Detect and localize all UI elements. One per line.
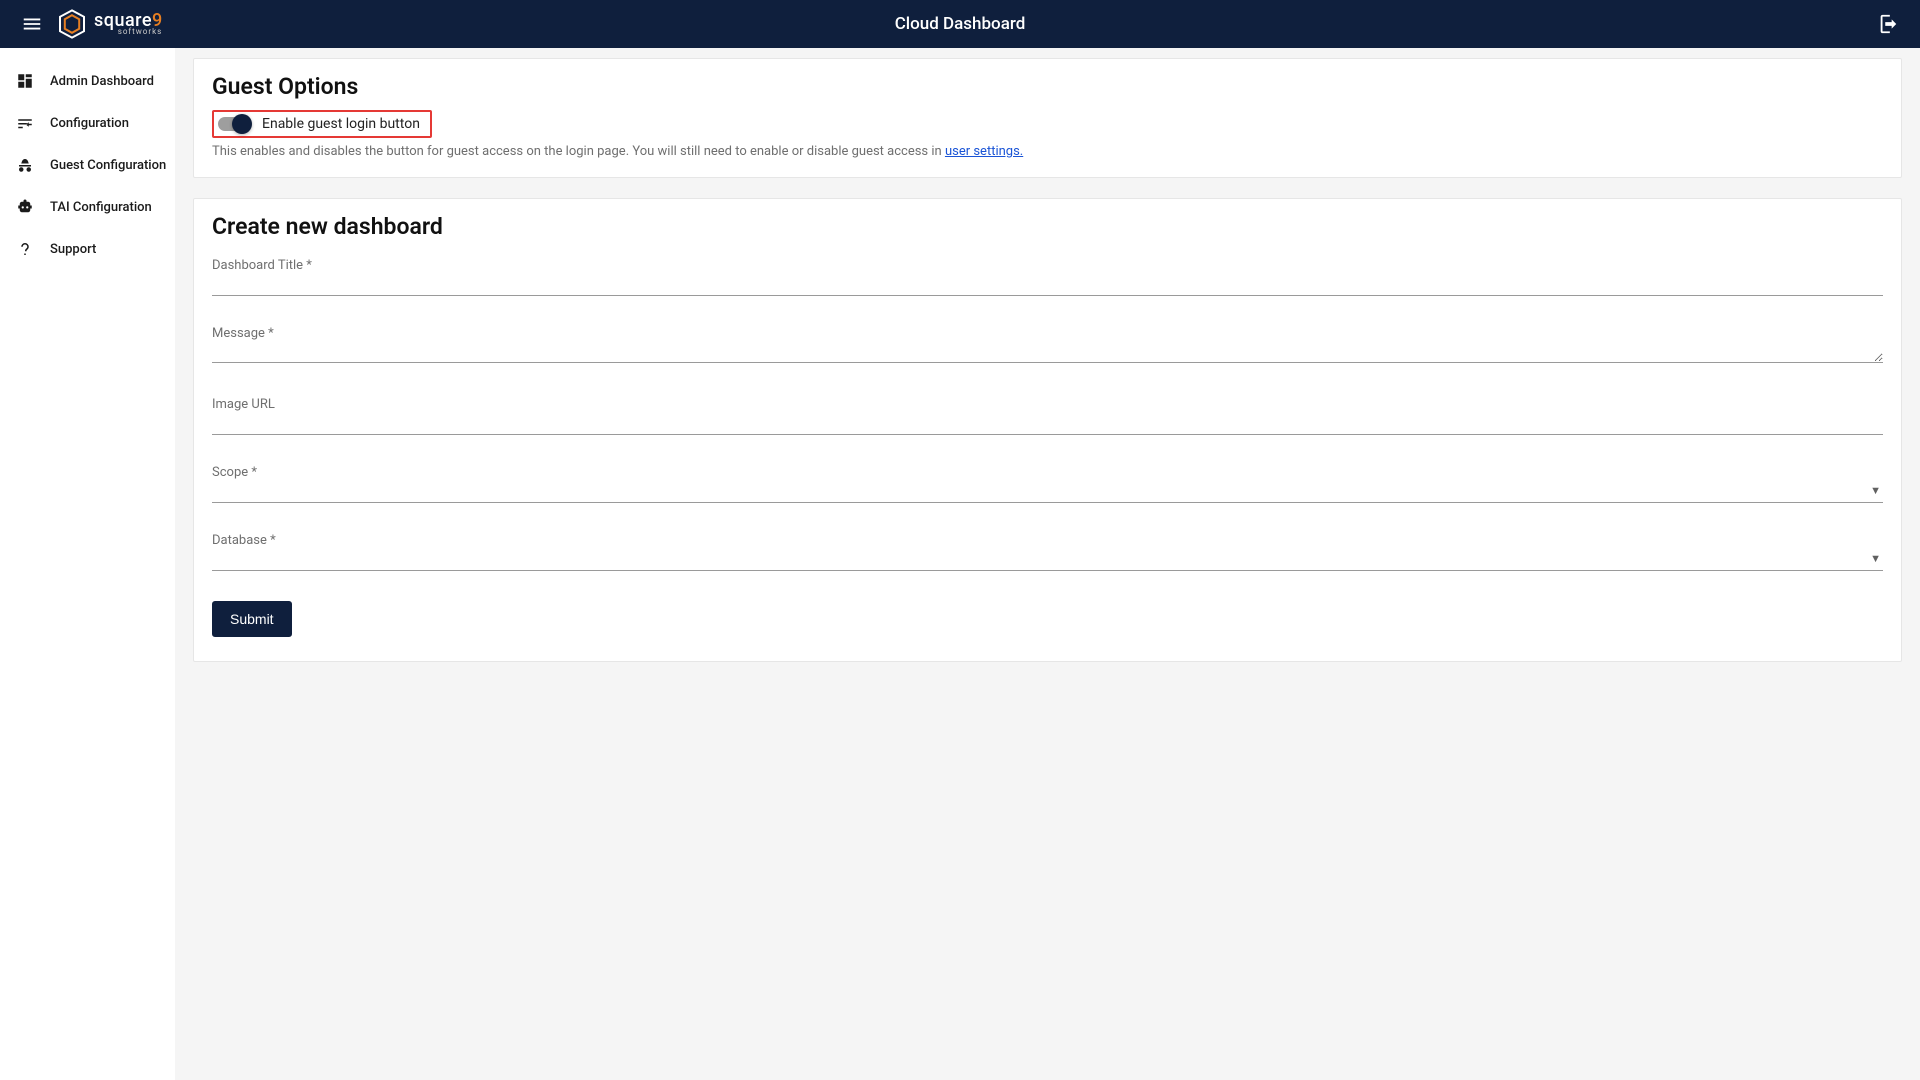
question-icon (14, 238, 36, 260)
hamburger-icon (21, 13, 43, 35)
guest-options-panel: Guest Options Enable guest login button … (193, 58, 1902, 178)
sidebar-item-admin-dashboard[interactable]: Admin Dashboard (0, 60, 175, 102)
message-label: Message * (212, 326, 1883, 341)
main-content: Guest Options Enable guest login button … (175, 48, 1920, 1080)
highlighted-toggle-box: Enable guest login button (212, 110, 432, 138)
create-dashboard-title: Create new dashboard (212, 213, 1883, 240)
message-field[interactable] (212, 343, 1883, 363)
sidebar-item-guest-configuration[interactable]: Guest Configuration (0, 144, 175, 186)
create-dashboard-panel: Create new dashboard Dashboard Title * M… (193, 198, 1902, 662)
logout-button[interactable] (1868, 4, 1908, 44)
database-select[interactable] (212, 550, 1883, 571)
robot-icon (14, 196, 36, 218)
sliders-icon (14, 112, 36, 134)
guest-options-helper: This enables and disables the button for… (212, 144, 1883, 159)
message-field-wrap: Message * (212, 326, 1883, 367)
sidebar-item-label: Admin Dashboard (50, 74, 154, 89)
scope-label: Scope * (212, 465, 1883, 480)
incognito-icon (14, 154, 36, 176)
dashboard-title-field[interactable] (212, 275, 1883, 296)
dashboard-title-field-wrap: Dashboard Title * (212, 258, 1883, 296)
toggle-label: Enable guest login button (262, 116, 420, 132)
dashboard-icon (14, 70, 36, 92)
sidebar-item-label: Configuration (50, 116, 129, 131)
page-title: Cloud Dashboard (895, 14, 1026, 34)
database-field-wrap: Database * ▼ (212, 533, 1883, 571)
sidebar-item-label: TAI Configuration (50, 200, 152, 215)
sidebar-item-label: Guest Configuration (50, 158, 166, 173)
scope-field-wrap: Scope * ▼ (212, 465, 1883, 503)
guest-options-title: Guest Options (212, 73, 1883, 100)
sidebar: Admin Dashboard Configuration Guest Conf… (0, 48, 175, 1080)
sidebar-item-configuration[interactable]: Configuration (0, 102, 175, 144)
logout-icon (1877, 13, 1899, 35)
menu-button[interactable] (12, 4, 52, 44)
enable-guest-login-toggle[interactable] (218, 117, 248, 131)
sidebar-item-label: Support (50, 242, 96, 257)
scope-select[interactable] (212, 482, 1883, 503)
helper-text-pre: This enables and disables the button for… (212, 144, 945, 159)
brand-logo: square 9 softworks (56, 8, 162, 40)
image-url-field[interactable] (212, 414, 1883, 435)
toggle-thumb (232, 114, 252, 134)
sidebar-item-support[interactable]: Support (0, 228, 175, 270)
database-label: Database * (212, 533, 1883, 548)
submit-button[interactable]: Submit (212, 601, 292, 637)
image-url-label: Image URL (212, 397, 1883, 412)
sidebar-item-tai-configuration[interactable]: TAI Configuration (0, 186, 175, 228)
dashboard-title-label: Dashboard Title * (212, 258, 1883, 273)
image-url-field-wrap: Image URL (212, 397, 1883, 435)
user-settings-link[interactable]: user settings. (945, 144, 1023, 159)
logo-mark-icon (56, 8, 88, 40)
app-header: square 9 softworks Cloud Dashboard (0, 0, 1920, 48)
